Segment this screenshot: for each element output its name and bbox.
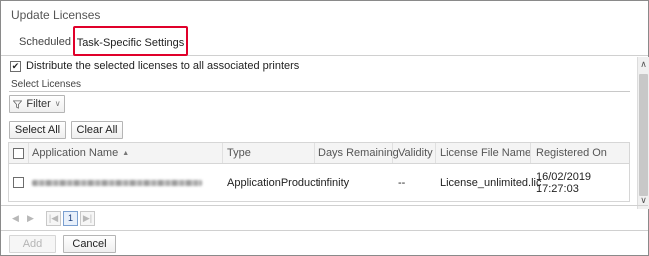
- tab-task-specific-settings[interactable]: Task-Specific Settings: [73, 26, 188, 56]
- column-header-label: Registered On: [536, 147, 607, 159]
- column-header-days-remaining[interactable]: Days Remaining: [318, 143, 399, 163]
- pager: ◀ ▶ |◀ 1 ▶|: [8, 209, 95, 227]
- last-page-icon[interactable]: ▶|: [80, 210, 95, 226]
- column-header-label: Days Remaining: [318, 147, 399, 159]
- distribute-option[interactable]: ✔ Distribute the selected licenses to al…: [10, 60, 299, 72]
- column-separator: [435, 143, 436, 163]
- footer-divider: [1, 230, 648, 231]
- table-row[interactable]: ApplicationProduct infinity -- License_u…: [8, 164, 630, 202]
- column-header-application-name[interactable]: Application Name ▲: [32, 143, 129, 163]
- column-header-label: Validity: [398, 147, 433, 159]
- cell-type-text: ApplicationProduct: [227, 176, 319, 189]
- column-separator: [28, 143, 29, 163]
- cell-registered-on: 16/02/2019 17:27:03: [536, 164, 629, 201]
- scroll-up-icon[interactable]: ∧: [638, 59, 649, 71]
- column-header-registered-on[interactable]: Registered On: [536, 143, 607, 163]
- cell-registered-on-text: 16/02/2019 17:27:03: [536, 170, 592, 195]
- next-arrow-icon[interactable]: ▶: [23, 211, 38, 226]
- cell-application-name: [32, 164, 202, 201]
- cell-license-file-text: License_unlimited.lic: [440, 176, 542, 189]
- column-header-validity[interactable]: Validity: [398, 143, 433, 163]
- select-all-button[interactable]: Select All: [9, 121, 66, 139]
- column-separator: [392, 143, 393, 163]
- first-page-icon[interactable]: |◀: [46, 210, 61, 226]
- update-licenses-window: Update Licenses Scheduled Task-Specific …: [0, 0, 649, 256]
- scrollbar-thumb[interactable]: [639, 74, 648, 196]
- section-divider: [9, 91, 630, 92]
- cell-days-remaining-text: infinity: [318, 176, 350, 189]
- cell-type: ApplicationProduct: [227, 164, 319, 201]
- tab-bar: Scheduled Task-Specific Settings: [1, 23, 648, 56]
- sort-ascending-icon: ▲: [122, 149, 130, 157]
- redacted-application-name: [32, 179, 202, 186]
- cell-validity: --: [398, 164, 405, 201]
- column-header-label: Application Name: [32, 147, 119, 159]
- cancel-button[interactable]: Cancel: [63, 235, 116, 253]
- cell-license-file: License_unlimited.lic: [440, 164, 542, 201]
- cell-validity-text: --: [398, 176, 406, 189]
- filter-button[interactable]: Filter ∨: [9, 95, 65, 113]
- current-page-button[interactable]: 1: [63, 210, 78, 226]
- task-settings-panel: ✔ Distribute the selected licenses to al…: [1, 57, 638, 207]
- clear-all-button[interactable]: Clear All: [71, 121, 123, 139]
- select-all-checkbox[interactable]: [13, 147, 24, 159]
- distribute-label: Distribute the selected licenses to all …: [26, 60, 300, 72]
- add-button[interactable]: Add: [9, 235, 56, 253]
- filter-label: Filter: [26, 98, 51, 110]
- column-header-type[interactable]: Type: [227, 143, 251, 163]
- window-title: Update Licenses: [11, 8, 101, 22]
- funnel-icon: [13, 99, 23, 109]
- column-header-label: Type: [227, 147, 251, 159]
- column-header-label: License File Name: [440, 147, 532, 159]
- vertical-scrollbar[interactable]: ∧ ∨: [637, 57, 649, 209]
- column-separator: [530, 143, 531, 163]
- pager-divider: [1, 205, 648, 206]
- column-header-license-file-name[interactable]: License File Name: [440, 143, 531, 163]
- cell-days-remaining: infinity: [318, 164, 349, 201]
- row-checkbox-cell: [13, 164, 24, 201]
- prev-arrow-icon[interactable]: ◀: [8, 211, 23, 226]
- row-checkbox[interactable]: [13, 177, 24, 188]
- chevron-down-icon: ∨: [54, 99, 61, 108]
- column-separator: [314, 143, 315, 163]
- distribute-checkbox[interactable]: ✔: [10, 60, 21, 72]
- header-checkbox-cell: [13, 143, 24, 163]
- select-licenses-heading: Select Licenses: [11, 79, 82, 90]
- tab-scheduled[interactable]: Scheduled: [19, 30, 71, 54]
- column-separator: [222, 143, 223, 163]
- grid-header: Application Name ▲ Type Days Remaining V…: [8, 142, 630, 164]
